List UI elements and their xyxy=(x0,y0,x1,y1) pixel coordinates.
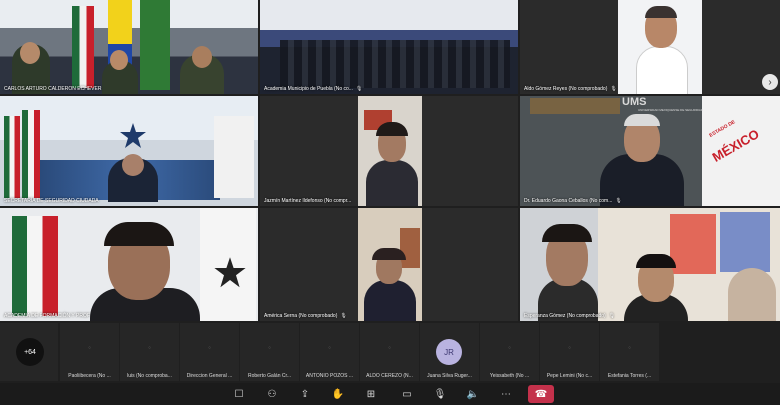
share-icon: ⇪ xyxy=(300,388,310,400)
speaker-button[interactable]: 🔈 xyxy=(464,387,482,401)
participant-strip-tile[interactable]: ◦ ANTONIO POZOS ... xyxy=(300,323,359,381)
participant-name: América Serna (No comprobado) 🎙 xyxy=(264,313,347,319)
participant-strip-tile[interactable]: ◦ Paoliibecera (No ... xyxy=(60,323,119,381)
participant-name: ALDO CEREZO (N... xyxy=(366,373,413,379)
chevron-right-icon: › xyxy=(768,76,772,88)
participant-strip-tile[interactable]: ◦ Roberto Galán Cr... xyxy=(240,323,299,381)
mic-off-icon: 🎙 xyxy=(340,313,347,319)
video-tile-7[interactable]: ACADEMIA DE FORMACIÓN Y PROF xyxy=(0,208,258,321)
ums-logo-text: UMS xyxy=(622,96,647,108)
participant-name: Estefania Torres (... xyxy=(607,373,652,379)
camera-off-icon: ▭ xyxy=(402,388,412,400)
more-participants-tile[interactable]: +64 xyxy=(0,323,58,381)
participant-name: ACADEMIA DE FORMACIÓN Y PROF xyxy=(4,313,90,319)
ums-subtitle: UNIVERSIDAD MEXIQUENSE DE SEGURIDAD xyxy=(638,108,704,112)
participant-strip-tile[interactable]: ◦ Pepe Lemini (No c... xyxy=(540,323,599,381)
participant-name: SECRETARÍA DE SEGURIDAD CIUDADA xyxy=(4,198,99,204)
more-count-badge[interactable]: +64 xyxy=(16,338,44,366)
participant-name: Paoliibecera (No ... xyxy=(68,373,111,379)
participant-strip-tile[interactable]: ◦ ALDO CEREZO (N... xyxy=(360,323,419,381)
person-placeholder-icon: ◦ xyxy=(568,343,571,352)
reactions-icon: ✋ xyxy=(331,388,345,400)
hangup-button[interactable]: ☎ xyxy=(528,385,554,403)
video-tile-9[interactable]: Esperanza Gómez (No comprobado) 🎙 xyxy=(520,208,780,321)
view-button[interactable]: ⊞ xyxy=(362,387,380,401)
participant-strip-tile[interactable]: JR Juana Silva Ruger... xyxy=(420,323,479,381)
video-tile-6[interactable]: UMS UNIVERSIDAD MEXIQUENSE DE SEGURIDAD … xyxy=(520,96,780,206)
more-icon: ⋯ xyxy=(501,388,511,400)
people-icon: ⚇ xyxy=(267,388,277,400)
participant-name: luis (No comproba... xyxy=(127,373,172,379)
participant-name: Juana Silva Ruger... xyxy=(427,373,472,379)
participant-name: Academia Municipio de Puebla (No co... 🎙 xyxy=(264,86,363,92)
share-button[interactable]: ⇪ xyxy=(296,387,314,401)
participant-name: Pepe Lemini (No c... xyxy=(546,373,593,379)
participant-strip-tile[interactable]: ◦ Estefania Torres (... xyxy=(600,323,659,381)
view-icon: ⊞ xyxy=(366,388,376,400)
mic-off-icon: 🎙 xyxy=(433,388,447,400)
participant-name: ANTONIO POZOS ... xyxy=(305,373,354,379)
meeting-toolbar: ☐ ⚇ ⇪ ✋ ⊞ ▭ 🎙 🔈 ⋯ ☎ xyxy=(0,383,780,405)
person-placeholder-icon: ◦ xyxy=(208,343,211,352)
star-emblem-icon xyxy=(212,256,248,297)
scroll-right-button[interactable]: › xyxy=(762,74,778,90)
participant-strip-tile[interactable]: ◦ Yeissabeth (No ... xyxy=(480,323,539,381)
camera-button[interactable]: ▭ xyxy=(398,387,416,401)
participant-name: Esperanza Gómez (No comprobado) 🎙 xyxy=(524,313,616,319)
video-tile-8[interactable]: América Serna (No comprobado) 🎙 xyxy=(260,208,518,321)
chat-icon: ☐ xyxy=(234,388,244,400)
person-placeholder-icon: ◦ xyxy=(148,343,151,352)
participant-name: Jazmín Martínez Ildefonso (No compr... xyxy=(264,198,352,204)
people-button[interactable]: ⚇ xyxy=(263,387,281,401)
video-tile-1[interactable]: CARLOS ARTURO CALDERON ECHEVER xyxy=(0,0,258,94)
participant-strip-tile[interactable]: ◦ luis (No comproba... xyxy=(120,323,179,381)
reactions-button[interactable]: ✋ xyxy=(329,387,347,401)
person-placeholder-icon: ◦ xyxy=(88,343,91,352)
participant-name: Aldo Gómez Reyes (No comprobado) 🎙 xyxy=(524,86,617,92)
video-tile-4[interactable]: SECRETARÍA DE SEGURIDAD CIUDADA xyxy=(0,96,258,206)
participant-name: CARLOS ARTURO CALDERON ECHEVER xyxy=(4,86,102,92)
star-emblem-icon xyxy=(118,122,148,152)
more-button[interactable]: ⋯ xyxy=(497,387,515,401)
person-placeholder-icon: ◦ xyxy=(268,343,271,352)
video-tile-2[interactable]: Academia Municipio de Puebla (No co... 🎙 xyxy=(260,0,518,94)
person-placeholder-icon: ◦ xyxy=(388,343,391,352)
video-tile-3[interactable]: Aldo Gómez Reyes (No comprobado) 🎙 › xyxy=(520,0,780,94)
participant-strip-tile[interactable]: ◦ Direccion General ... xyxy=(180,323,239,381)
mic-button[interactable]: 🎙 xyxy=(431,387,449,401)
mic-off-icon: 🎙 xyxy=(608,313,616,319)
person-placeholder-icon: ◦ xyxy=(628,343,631,352)
avatar: JR xyxy=(436,339,462,365)
mic-off-icon: 🎙 xyxy=(615,198,622,204)
mic-off-icon: 🎙 xyxy=(610,86,617,92)
participant-name: Dr. Eduardo Gaona Ceballos (No com... 🎙 xyxy=(524,198,622,204)
hangup-icon: ☎ xyxy=(534,388,548,400)
person-placeholder-icon: ◦ xyxy=(508,343,511,352)
chat-button[interactable]: ☐ xyxy=(230,387,248,401)
participant-name: Direccion General ... xyxy=(186,373,233,379)
speaker-icon: 🔈 xyxy=(466,388,480,400)
participant-name: Roberto Galán Cr... xyxy=(247,373,292,379)
participant-name: Yeissabeth (No ... xyxy=(489,373,530,379)
mic-off-icon: 🎙 xyxy=(355,86,363,92)
person-placeholder-icon: ◦ xyxy=(328,343,331,352)
video-tile-5[interactable]: Jazmín Martínez Ildefonso (No compr... xyxy=(260,96,518,206)
